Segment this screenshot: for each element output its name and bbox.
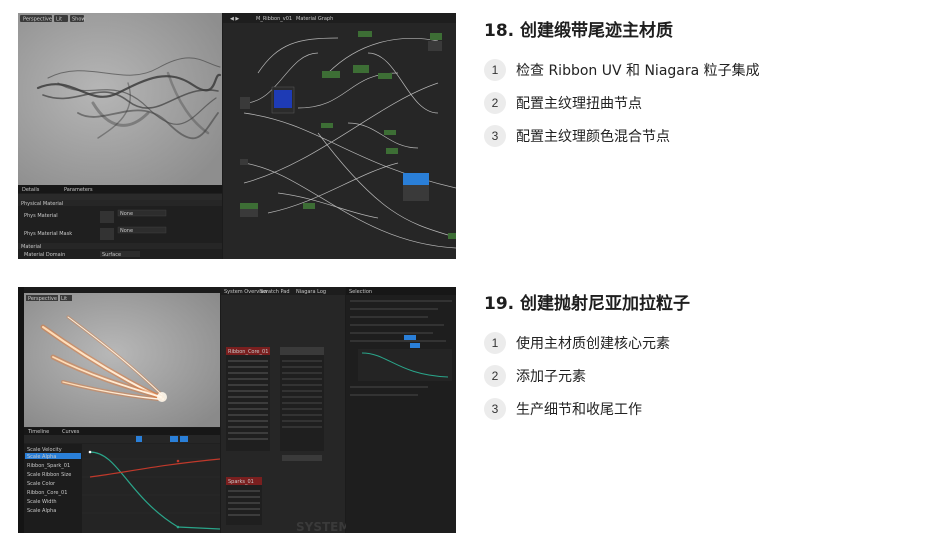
- emitter2-header: Sparks_01: [228, 479, 254, 485]
- curve-item[interactable]: Scale Color: [27, 481, 56, 487]
- step-number: 3: [484, 398, 506, 420]
- curve-graph[interactable]: [82, 444, 221, 533]
- lit-mode-label[interactable]: Lit: [56, 17, 62, 23]
- emitter-node-3[interactable]: Sparks_01: [226, 477, 262, 525]
- curve-view-button[interactable]: [170, 436, 178, 442]
- step-item: 1 检查 Ribbon UV 和 Niagara 粒子集成: [484, 59, 760, 81]
- section-18: 18. 创建缎带尾迹主材质 1 检查 Ribbon UV 和 Niagara 粒…: [484, 16, 924, 156]
- curve-item[interactable]: Scale Ribbon Size: [27, 472, 71, 478]
- curve-item[interactable]: Ribbon_Core_01: [27, 490, 67, 496]
- step-item: 3 配置主纹理颜色混合节点: [484, 125, 670, 147]
- step-item: 1 使用主材质创建核心元素: [484, 332, 670, 354]
- step-number: 1: [484, 59, 506, 81]
- section-title: 19. 创建抛射尼亚加拉粒子: [484, 294, 691, 314]
- material-editor-screenshot: Perspective Lit Show ◀ ▶ M_Ribbon_v01 Ma…: [18, 13, 456, 259]
- row1-label: Phys Material: [24, 213, 58, 219]
- niagara-editor-screenshot: Perspective Lit Timeline Curves Scale Ve…: [18, 287, 456, 533]
- curve-item[interactable]: Ribbon_Spark_01: [27, 463, 70, 469]
- curve-list: Scale Velocity Scale Alpha Ribbon_Spark_…: [24, 444, 82, 533]
- step-number: 2: [484, 92, 506, 114]
- niagara-log-tab[interactable]: Niagara Log: [296, 289, 326, 295]
- scratch-pad-tab[interactable]: Scratch Pad: [260, 289, 290, 295]
- step-text: 使用主材质创建核心元素: [516, 336, 670, 352]
- step-text: 配置主纹理扭曲节点: [516, 96, 642, 112]
- step-text: 检查 Ribbon UV 和 Niagara 粒子集成: [516, 63, 760, 79]
- row1-value[interactable]: None: [120, 211, 133, 217]
- section-title: 18. 创建缎带尾迹主材质: [484, 21, 674, 41]
- show-label[interactable]: Show: [72, 17, 86, 23]
- curve-item[interactable]: Scale Width: [27, 499, 57, 505]
- graph-back-arrow[interactable]: ◀ ▶: [230, 16, 239, 22]
- system-watermark: SYSTEM: [296, 520, 350, 533]
- step-number: 1: [484, 332, 506, 354]
- viewport-mode-label[interactable]: Perspective: [23, 17, 52, 23]
- curve-fit-button[interactable]: [180, 436, 188, 442]
- curve-item-selected[interactable]: Scale Alpha: [27, 454, 56, 460]
- selection-tab[interactable]: Selection: [349, 289, 372, 295]
- step-number: 3: [484, 125, 506, 147]
- step-number: 2: [484, 365, 506, 387]
- curve-item[interactable]: Scale Velocity: [27, 447, 62, 453]
- viewport-1[interactable]: [18, 13, 222, 185]
- timeline-tab[interactable]: Timeline: [27, 429, 49, 435]
- viewport2-mode-label[interactable]: Perspective: [28, 296, 57, 302]
- curves-tab[interactable]: Curves: [62, 429, 80, 435]
- step-text: 生产细节和收尾工作: [516, 402, 642, 418]
- curve-tool-button[interactable]: [136, 436, 142, 442]
- step-item: 2 添加子元素: [484, 365, 586, 387]
- step-text: 配置主纹理颜色混合节点: [516, 129, 670, 145]
- lit2-mode-label[interactable]: Lit: [61, 296, 67, 302]
- material-domain-label: Material Domain: [24, 252, 65, 258]
- category-physical[interactable]: Physical Material: [21, 201, 63, 207]
- row2-label: Phys Material Mask: [24, 231, 72, 237]
- category-material[interactable]: Material: [21, 244, 41, 250]
- step-item: 2 配置主纹理扭曲节点: [484, 92, 642, 114]
- graph-tab[interactable]: M_Ribbon_v01: [256, 16, 292, 22]
- parameters-tab[interactable]: Parameters: [64, 187, 93, 193]
- section-19: 19. 创建抛射尼亚加拉粒子 1 使用主材质创建核心元素 2 添加子元素 3 生…: [484, 289, 924, 429]
- material-domain-value[interactable]: Surface: [102, 252, 121, 258]
- step-text: 添加子元素: [516, 369, 586, 385]
- material-graph[interactable]: [223, 13, 456, 259]
- emitter-header: Ribbon_Core_01: [228, 349, 268, 355]
- details-tab[interactable]: Details: [22, 187, 40, 193]
- curve-item[interactable]: Scale Alpha: [27, 508, 56, 514]
- step-item: 3 生产细节和收尾工作: [484, 398, 642, 420]
- row2-value[interactable]: None: [120, 228, 133, 234]
- selection-panel[interactable]: [346, 287, 456, 533]
- emitter-node-2[interactable]: [280, 347, 324, 461]
- graph-breadcrumb: Material Graph: [296, 16, 333, 22]
- emitter-node-1[interactable]: Ribbon_Core_01: [226, 347, 270, 451]
- selection-curve[interactable]: [358, 349, 452, 381]
